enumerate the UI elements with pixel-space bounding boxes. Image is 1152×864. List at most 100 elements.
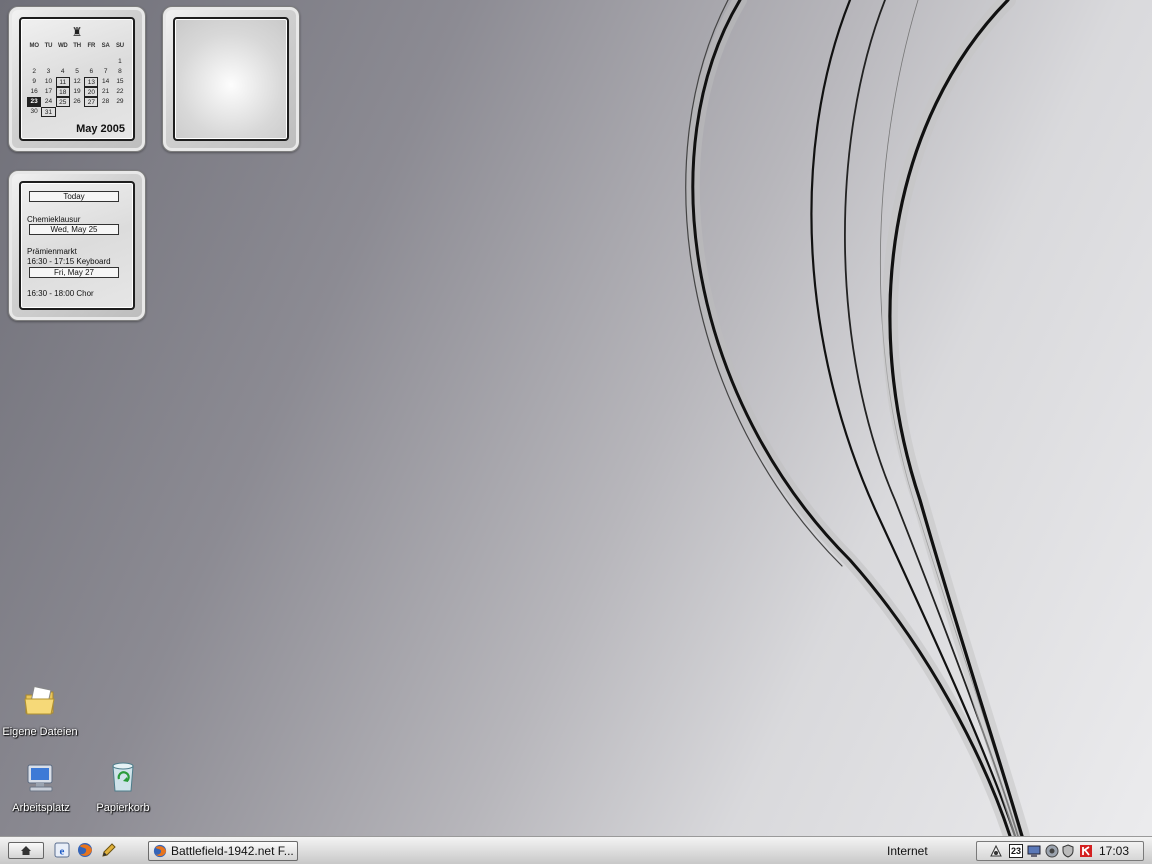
calendar-day [98, 107, 112, 117]
security-alert-icon[interactable] [1079, 844, 1093, 858]
calendar-day[interactable]: 3 [41, 67, 55, 77]
calendar-day[interactable]: 26 [70, 97, 84, 107]
calendar-day[interactable]: 20 [84, 87, 99, 97]
calendar-panel: ♜ MO TU WD TH FR SA SU 1 2 3 4 5 6 7 8 9 10 11 12 13… [19, 17, 135, 141]
desktop-icon-label: Eigene Dateien [2, 726, 78, 738]
calendar-day[interactable]: 18 [55, 87, 70, 97]
calendar-day[interactable]: 14 [98, 77, 112, 87]
calendar-day[interactable]: 4 [56, 67, 70, 77]
weekday-label: MO [29, 43, 39, 49]
speaker-icon[interactable] [1045, 844, 1059, 858]
taskbar: e Battlefield-1942.net F... Internet 23 [0, 836, 1152, 864]
address-zone-label: Internet [887, 844, 928, 858]
taskbar-button-firefox[interactable]: Battlefield-1942.net F... [148, 841, 298, 861]
network-icon[interactable] [989, 844, 1003, 858]
firefox-icon[interactable] [77, 842, 93, 858]
agenda-widget[interactable]: Today Chemieklausur Wed, May 25 Prämienm… [8, 170, 146, 321]
calendar-day[interactable]: 1 [113, 57, 127, 67]
recycle-bin-icon [112, 762, 134, 792]
calendar-day-grid: 1 2 3 4 5 6 7 8 9 10 11 12 13 14 15 16 17 18 19 20 21 22 23 24 2… [27, 57, 131, 117]
calendar-day[interactable]: 19 [70, 87, 84, 97]
taskbar-button-label: Battlefield-1942.net F... [171, 844, 294, 858]
calendar-day[interactable]: 5 [70, 67, 84, 77]
computer-icon [27, 764, 53, 792]
calendar-day[interactable]: 22 [113, 87, 127, 97]
weekday-label: WD [57, 43, 68, 49]
calendar-week-row: 9 10 11 12 13 14 15 [27, 77, 131, 87]
calendar-day[interactable]: 13 [84, 77, 99, 87]
ie-icon[interactable]: e [54, 842, 70, 858]
agenda-date-header: Fri, May 27 [29, 267, 119, 278]
calendar-widget[interactable]: ♜ MO TU WD TH FR SA SU 1 2 3 4 5 6 7 8 9 10 11 12 13… [8, 6, 146, 152]
calendar-day[interactable]: 12 [70, 77, 84, 87]
agenda-event: 16:30 - 17:15 Keyboard [27, 257, 111, 266]
calendar-day[interactable]: 15 [113, 77, 127, 87]
calendar-day[interactable]: 29 [113, 97, 127, 107]
calendar-day [113, 107, 127, 117]
calendar-week-row: 16 17 18 19 20 21 22 [27, 87, 131, 97]
calendar-day[interactable]: 10 [41, 77, 55, 87]
calendar-week-row: 1 [27, 57, 131, 67]
desktop-icon-label: Arbeitsplatz [12, 802, 70, 814]
agenda-event: Chemieklausur [27, 215, 81, 224]
svg-text:e: e [60, 846, 65, 858]
calendar-day [84, 57, 98, 67]
firefox-icon [153, 844, 167, 858]
calendar-day[interactable]: 8 [113, 67, 127, 77]
desktop-icon-my-documents[interactable]: Eigene Dateien [0, 684, 82, 738]
calendar-day[interactable]: 24 [41, 97, 55, 107]
weekday-label: FR [87, 43, 96, 49]
calendar-day [70, 57, 84, 67]
calendar-logo-icon: ♜ [71, 25, 83, 39]
calendar-day [27, 57, 41, 67]
calendar-day[interactable]: 11 [55, 77, 70, 87]
antivirus-icon[interactable] [1061, 844, 1075, 858]
calendar-day[interactable]: 25 [55, 97, 70, 107]
calendar-day[interactable]: 21 [98, 87, 112, 97]
display-icon[interactable] [1027, 844, 1041, 858]
desktop-icon-label: Papierkorb [96, 802, 150, 814]
agenda-today-header: Today [29, 191, 119, 202]
weekday-label: TU [44, 43, 53, 49]
calendar-day[interactable]: 7 [98, 67, 112, 77]
calendar-day[interactable]: 16 [27, 87, 41, 97]
calendar-day [84, 107, 98, 117]
agenda-panel: Today Chemieklausur Wed, May 25 Prämienm… [19, 181, 135, 310]
calendar-day[interactable]: 31 [41, 107, 56, 117]
folder-documents-icon [24, 685, 55, 715]
calendar-day[interactable]: 27 [84, 97, 99, 107]
system-tray: 23 17:03 [976, 841, 1144, 861]
agenda-event: 16:30 - 18:00 Chor [27, 289, 94, 298]
weekday-label: TH [73, 43, 81, 49]
desktop-icon-recycle-bin[interactable]: Papierkorb [81, 760, 165, 814]
weekday-label: SA [101, 43, 110, 49]
calendar-week-row: 30 31 [27, 107, 131, 117]
blank-widget-panel [173, 17, 289, 141]
agenda-event: Prämienmarkt [27, 247, 77, 256]
calendar-day-today[interactable]: 23 [27, 97, 42, 107]
calendar-day [41, 57, 55, 67]
calendar-day[interactable]: 28 [98, 97, 112, 107]
calendar-day [56, 107, 70, 117]
calendar-weekday-header: MO TU WD TH FR SA SU [27, 43, 131, 49]
calendar-week-row: 2345678 [27, 67, 131, 77]
blank-widget[interactable] [162, 6, 300, 152]
calendar-month-label: May 2005 [76, 123, 125, 135]
calendar-day[interactable]: 9 [27, 77, 41, 87]
desktop-icon-my-computer[interactable]: Arbeitsplatz [0, 760, 83, 814]
calendar-day [70, 107, 84, 117]
home-icon [21, 845, 31, 855]
pencil-icon[interactable] [101, 842, 117, 858]
tray-clock[interactable]: 17:03 [1099, 844, 1129, 858]
tray-calendar-date[interactable]: 23 [1009, 844, 1023, 858]
calendar-week-row: 23 24 25 26 27 28 29 [27, 97, 131, 107]
calendar-day[interactable]: 6 [84, 67, 98, 77]
calendar-day[interactable]: 2 [27, 67, 41, 77]
weekday-label: SU [115, 43, 124, 49]
calendar-day [98, 57, 112, 67]
start-button[interactable] [8, 842, 44, 859]
agenda-date-header: Wed, May 25 [29, 224, 119, 235]
calendar-day[interactable]: 17 [41, 87, 55, 97]
calendar-day [56, 57, 70, 67]
calendar-day[interactable]: 30 [27, 107, 41, 117]
